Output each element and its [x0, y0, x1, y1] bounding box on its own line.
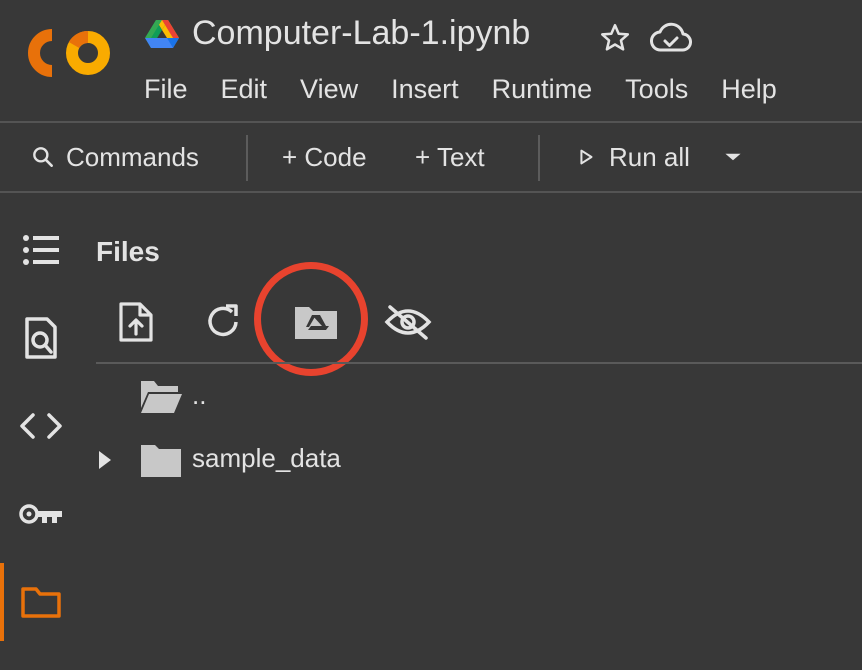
add-code-label: + Code — [282, 141, 367, 172]
files-panel-title: Files — [96, 236, 160, 267]
file-label: sample_data — [192, 443, 341, 473]
google-drive-icon[interactable] — [145, 20, 179, 50]
secrets-key-icon — [19, 504, 62, 524]
table-of-contents-button[interactable] — [18, 227, 64, 273]
table-of-contents-icon — [23, 235, 59, 265]
notebook-toolbar: Commands + Code + Text Run all — [0, 123, 862, 191]
show-hidden-files-button[interactable] — [382, 296, 434, 348]
find-replace-icon — [25, 317, 57, 359]
toolbar-separator — [246, 135, 248, 181]
code-snippets-button[interactable] — [18, 403, 64, 449]
notebook-title[interactable]: Computer-Lab-1.ipynb — [192, 14, 530, 53]
menu-tools[interactable]: Tools — [625, 74, 688, 105]
menu-view[interactable]: View — [300, 74, 358, 105]
add-text-button[interactable]: + Text — [415, 123, 485, 191]
files-button[interactable] — [18, 579, 64, 625]
refresh-button[interactable] — [198, 296, 250, 348]
file-row-sample-data[interactable]: sample_data — [96, 433, 862, 487]
files-divider — [96, 362, 862, 364]
menu-runtime[interactable]: Runtime — [492, 74, 593, 105]
menu-edit[interactable]: Edit — [221, 74, 268, 105]
chevron-down-icon — [725, 153, 741, 161]
toolbar-divider — [0, 191, 862, 193]
folder-icon — [141, 445, 181, 477]
menu-bar: File Edit View Insert Runtime Tools Help — [144, 74, 810, 105]
run-all-button[interactable]: Run all — [575, 123, 690, 191]
secrets-button[interactable] — [18, 491, 64, 537]
upload-icon — [119, 302, 153, 342]
play-icon — [580, 149, 593, 165]
colab-logo[interactable] — [28, 28, 112, 78]
expand-caret-icon[interactable] — [96, 447, 114, 473]
highlight-circle-annotation — [254, 262, 368, 376]
file-row-parent[interactable]: .. — [96, 370, 862, 424]
star-icon[interactable] — [598, 21, 632, 55]
commands-label: Commands — [66, 141, 199, 172]
upload-button[interactable] — [110, 296, 162, 348]
add-code-button[interactable]: + Code — [282, 123, 367, 191]
commands-button[interactable]: Commands — [30, 123, 199, 191]
left-sidebar — [0, 193, 82, 670]
file-label: .. — [192, 380, 207, 410]
folder-icon — [21, 587, 61, 618]
refresh-icon — [208, 304, 238, 337]
add-text-label: + Text — [415, 141, 485, 172]
menu-help[interactable]: Help — [721, 74, 777, 105]
toolbar-separator — [538, 135, 540, 181]
cloud-saved-icon[interactable] — [650, 20, 692, 56]
run-options-dropdown[interactable] — [720, 123, 746, 191]
code-snippets-icon — [20, 413, 62, 439]
run-all-label: Run all — [609, 141, 690, 172]
app-header: Computer-Lab-1.ipynb File Edit View Inse… — [0, 0, 862, 121]
search-icon — [33, 147, 53, 167]
active-indicator — [0, 563, 4, 641]
menu-insert[interactable]: Insert — [391, 74, 459, 105]
hide-files-icon — [384, 305, 432, 340]
find-replace-button[interactable] — [18, 315, 64, 361]
open-folder-icon — [141, 381, 182, 413]
menu-file[interactable]: File — [144, 74, 188, 105]
